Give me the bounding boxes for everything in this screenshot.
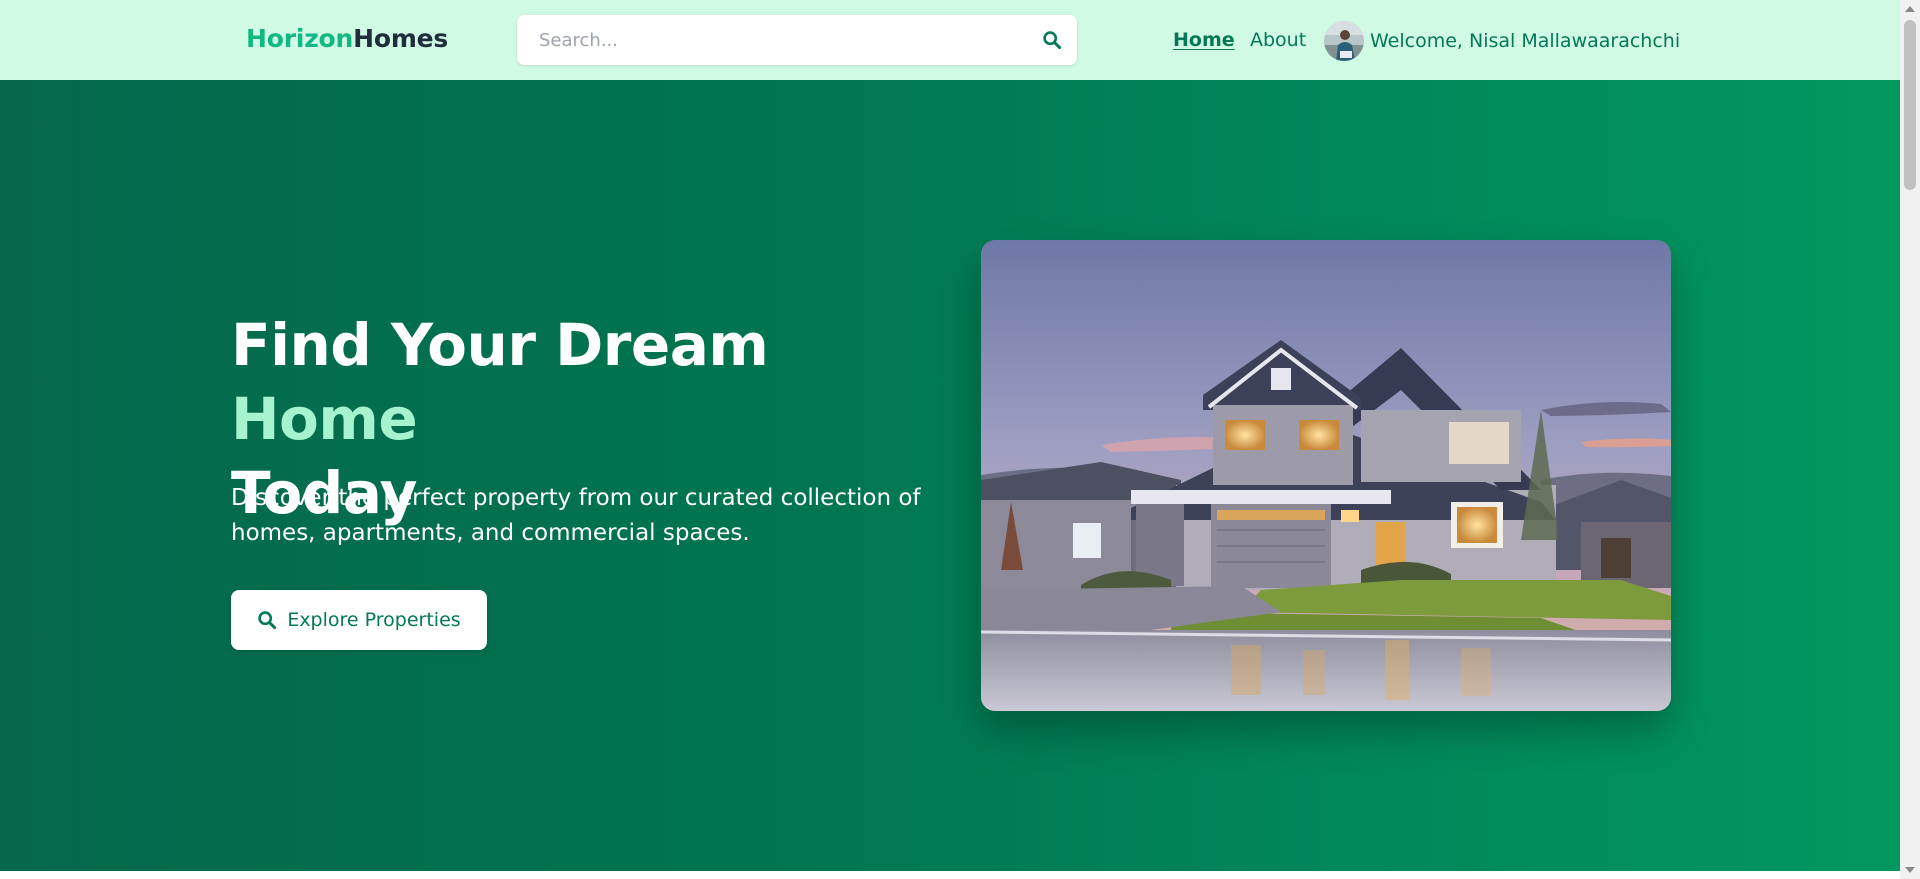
hero-subtitle: Discover the perfect property from our c… — [231, 485, 921, 546]
scroll-thumb[interactable] — [1904, 20, 1916, 190]
search-bar — [517, 15, 1077, 65]
hero-title-part1: Find Your Dream — [231, 311, 769, 379]
nav-link-about[interactable]: About — [1250, 29, 1306, 51]
scroll-down-arrow-icon[interactable] — [1905, 867, 1915, 873]
logo-text-horizon: Horizon — [246, 24, 354, 53]
avatar[interactable] — [1324, 20, 1364, 61]
search-input[interactable] — [537, 15, 1017, 65]
page-scrollbar[interactable] — [1900, 0, 1920, 879]
hero-title-accent: Home — [231, 385, 418, 453]
search-button[interactable] — [1033, 22, 1071, 58]
avatar-image — [1324, 20, 1364, 61]
search-icon — [1043, 31, 1062, 50]
user-menu[interactable]: Welcome, Nisal Mallawaarachchi — [1324, 20, 1680, 61]
brand-logo[interactable]: HorizonHomes — [246, 24, 448, 53]
hero-section: Find Your Dream Home Today Discover the p… — [0, 80, 1900, 871]
scroll-up-arrow-icon[interactable] — [1905, 6, 1915, 12]
house-photo — [981, 240, 1671, 711]
search-icon — [257, 610, 277, 630]
explore-button-label: Explore Properties — [287, 609, 461, 631]
top-navbar: HorizonHomes Home About Welcome, Nisal M… — [0, 0, 1900, 80]
hero-image — [981, 240, 1671, 711]
explore-properties-button[interactable]: Explore Properties — [231, 590, 487, 650]
nav-link-home[interactable]: Home — [1173, 29, 1235, 51]
logo-text-homes: Homes — [353, 24, 449, 53]
welcome-text: Welcome, Nisal Mallawaarachchi — [1370, 29, 1681, 52]
